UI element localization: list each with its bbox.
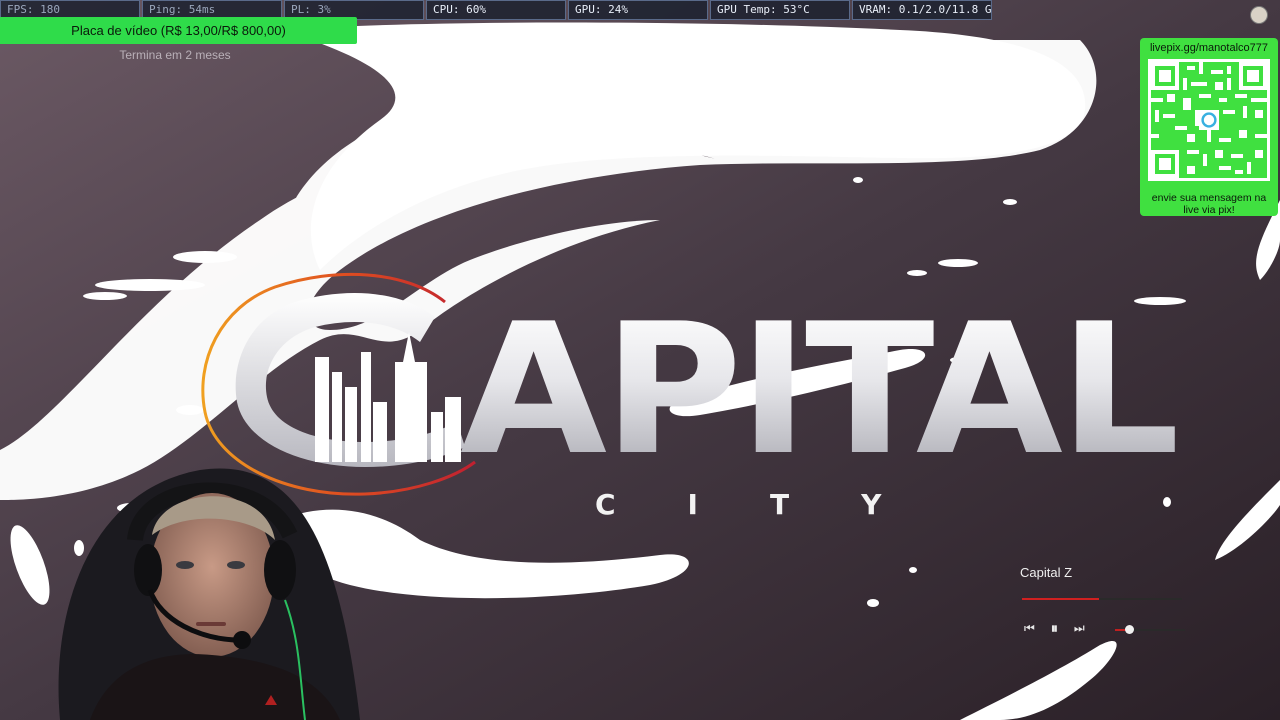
volume-knob[interactable] — [1125, 625, 1134, 634]
music-player: Capital Z ⏮ ⏸ ⏭ — [1020, 565, 1190, 645]
webcam-feed — [58, 468, 361, 720]
donation-goal-bar: Placa de vídeo (R$ 13,00/R$ 800,00) — [0, 17, 357, 44]
vram-readout: VRAM: 0.1/2.0/11.8 GB — [852, 0, 992, 20]
app-icon — [1250, 6, 1268, 24]
qr-code-icon — [1148, 59, 1270, 181]
volume-slider[interactable] — [1115, 625, 1185, 634]
track-title: Capital Z — [1020, 565, 1073, 580]
gpu-temp-readout: GPU Temp: 53°C — [710, 0, 850, 20]
livepix-message: envie sua mensagem na live via pix! — [1151, 192, 1267, 216]
skip-previous-icon[interactable]: ⏮ — [1024, 621, 1035, 636]
livepix-widget: livepix.gg/manotalco777 envie sua mensag… — [1140, 38, 1278, 216]
cpu-readout: CPU: 60% — [426, 0, 566, 20]
track-progress[interactable] — [1022, 598, 1182, 600]
track-progress-fill — [1022, 598, 1099, 600]
logo-subtitle: CITY — [595, 488, 954, 521]
goal-deadline: Termina em 2 meses — [119, 48, 231, 62]
player-controls: ⏮ ⏸ ⏭ — [1024, 620, 1101, 637]
logo-title: APITAL — [460, 284, 1180, 495]
skip-next-icon[interactable]: ⏭ — [1074, 621, 1085, 636]
pause-icon[interactable]: ⏸ — [1051, 620, 1058, 637]
livepix-url: livepix.gg/manotalco777 — [1149, 42, 1269, 54]
gpu-readout: GPU: 24% — [568, 0, 708, 20]
